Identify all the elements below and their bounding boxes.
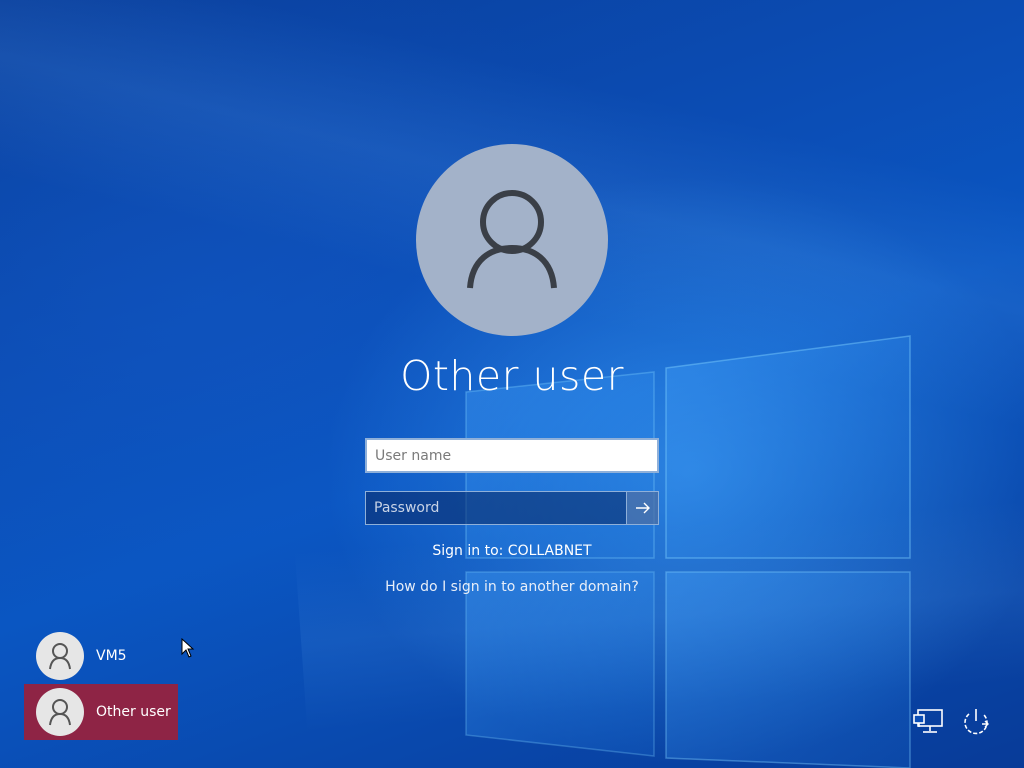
lock-screen: Other user Sign in to: COLLABNET How do …	[0, 0, 1024, 768]
submit-button[interactable]	[626, 492, 658, 524]
light-beam	[294, 488, 1024, 732]
signin-domain-text: Sign in to: COLLABNET	[432, 543, 592, 559]
password-input[interactable]	[366, 492, 626, 524]
arrow-right-icon	[635, 502, 650, 514]
user-silhouette-icon	[467, 190, 557, 289]
username-input[interactable]	[365, 438, 659, 473]
user-tile-label: VM5	[96, 648, 127, 664]
power-icon[interactable]	[958, 704, 994, 740]
network-icon[interactable]	[910, 704, 946, 740]
user-silhouette-icon	[49, 699, 71, 726]
user-avatar	[416, 144, 608, 336]
mouse-cursor-icon	[181, 638, 195, 658]
avatar	[36, 688, 84, 736]
user-tile-vm5[interactable]: VM5	[24, 628, 178, 684]
avatar	[36, 632, 84, 680]
other-domain-link[interactable]: How do I sign in to another domain?	[312, 579, 712, 595]
username-title: Other user	[400, 352, 624, 400]
user-tile-other-user[interactable]: Other user	[24, 684, 178, 740]
password-field-group	[365, 491, 659, 525]
user-tile-label: Other user	[96, 704, 171, 720]
user-silhouette-icon	[49, 643, 71, 670]
